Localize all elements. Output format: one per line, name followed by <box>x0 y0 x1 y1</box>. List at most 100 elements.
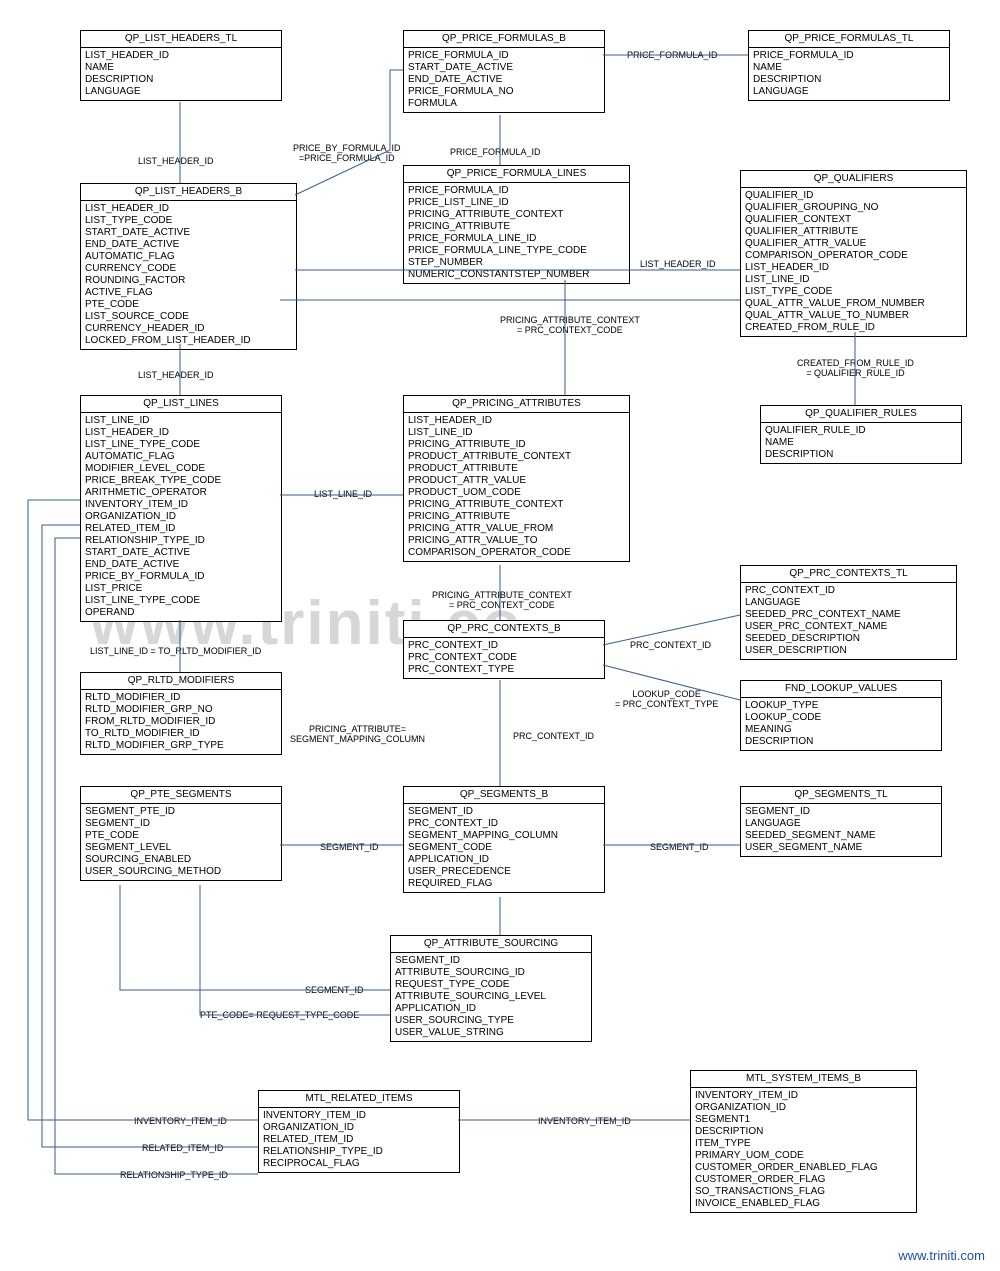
entity-field: END_DATE_ACTIVE <box>85 239 292 251</box>
entity-field: FORMULA <box>408 98 600 110</box>
entity-qp-list-headers-b: QP_LIST_HEADERS_B LIST_HEADER_IDLIST_TYP… <box>80 183 297 350</box>
entity-field: PRC_CONTEXT_CODE <box>408 652 600 664</box>
entity-field: RELATED_ITEM_ID <box>85 523 277 535</box>
footer-url: www.triniti.com <box>898 1248 985 1263</box>
entity-field: QUALIFIER_ATTR_VALUE <box>745 238 962 250</box>
rel-pte-code-req: PTE_CODE= REQUEST_TYPE_CODE <box>200 1010 359 1020</box>
rel-segment-id-1: SEGMENT_ID <box>320 842 379 852</box>
entity-field: ORGANIZATION_ID <box>263 1122 455 1134</box>
entity-body: LIST_LINE_IDLIST_HEADER_IDLIST_LINE_TYPE… <box>81 413 281 621</box>
entity-field: PRICING_ATTRIBUTE_ID <box>408 439 625 451</box>
rel-prc-context-id-2: PRC_CONTEXT_ID <box>513 731 594 741</box>
entity-field: LIST_TYPE_CODE <box>745 286 962 298</box>
entity-body: SEGMENT_IDPRC_CONTEXT_IDSEGMENT_MAPPING_… <box>404 804 604 892</box>
entity-field: PRICE_FORMULA_ID <box>408 50 600 62</box>
entity-field: PRICING_ATTRIBUTE <box>408 511 625 523</box>
entity-qp-attribute-sourcing: QP_ATTRIBUTE_SOURCING SEGMENT_IDATTRIBUT… <box>390 935 592 1042</box>
entity-field: DESCRIPTION <box>695 1126 912 1138</box>
entity-field: LIST_HEADER_ID <box>408 415 625 427</box>
entity-field: LIST_LINE_TYPE_CODE <box>85 595 277 607</box>
entity-qp-list-headers-tl: QP_LIST_HEADERS_TL LIST_HEADER_IDNAMEDES… <box>80 30 282 101</box>
entity-field: LIST_LINE_ID <box>745 274 962 286</box>
entity-field: QUALIFIER_RULE_ID <box>765 425 957 437</box>
entity-field: PTE_CODE <box>85 830 277 842</box>
entity-field: ORGANIZATION_ID <box>85 511 277 523</box>
entity-title: QP_SEGMENTS_TL <box>741 787 941 804</box>
entity-field: INVOICE_ENABLED_FLAG <box>695 1198 912 1210</box>
entity-qp-segments-tl: QP_SEGMENTS_TL SEGMENT_IDLANGUAGESEEDED_… <box>740 786 942 857</box>
entity-field: PRICING_ATTRIBUTE_CONTEXT <box>408 499 625 511</box>
entity-field: SEGMENT_ID <box>745 806 937 818</box>
entity-field: SEGMENT_PTE_ID <box>85 806 277 818</box>
entity-title: QP_PRC_CONTEXTS_B <box>404 621 604 638</box>
rel-related-item-id: RELATED_ITEM_ID <box>142 1143 223 1153</box>
entity-field: CURRENCY_HEADER_ID <box>85 323 292 335</box>
entity-field: PRICE_FORMULA_ID <box>753 50 945 62</box>
entity-field: FROM_RLTD_MODIFIER_ID <box>85 716 277 728</box>
entity-field: LIST_LINE_ID <box>85 415 277 427</box>
entity-field: PRC_CONTEXT_ID <box>745 585 952 597</box>
rel-segment-id-3: SEGMENT_ID <box>305 985 364 995</box>
entity-field: SOURCING_ENABLED <box>85 854 277 866</box>
rel-list-header-id-1: LIST_HEADER_ID <box>138 156 214 166</box>
rel-price-formula-id-2: PRICE_FORMULA_ID <box>627 50 718 60</box>
entity-field: CUSTOMER_ORDER_ENABLED_FLAG <box>695 1162 912 1174</box>
rel-list-line-to-modifier: LIST_LINE_ID = TO_RLTD_MODIFIER_ID <box>90 646 261 656</box>
entity-body: LIST_HEADER_IDLIST_TYPE_CODESTART_DATE_A… <box>81 201 296 349</box>
entity-field: SEGMENT1 <box>695 1114 912 1126</box>
entity-field: ATTRIBUTE_SOURCING_ID <box>395 967 587 979</box>
entity-field: COMPARISON_OPERATOR_CODE <box>408 547 625 559</box>
entity-field: RELATIONSHIP_TYPE_ID <box>85 535 277 547</box>
entity-field: ARITHMETIC_OPERATOR <box>85 487 277 499</box>
entity-field: PRODUCT_ATTR_VALUE <box>408 475 625 487</box>
entity-body: PRC_CONTEXT_IDLANGUAGESEEDED_PRC_CONTEXT… <box>741 583 956 659</box>
entity-field: SEGMENT_LEVEL <box>85 842 277 854</box>
entity-title: MTL_SYSTEM_ITEMS_B <box>691 1071 916 1088</box>
entity-field: PRICING_ATTRIBUTE <box>408 221 625 233</box>
entity-field: PRICE_FORMULA_LINE_ID <box>408 233 625 245</box>
entity-qp-price-formula-lines: QP_PRICE_FORMULA_LINES PRICE_FORMULA_IDP… <box>403 165 630 284</box>
entity-body: SEGMENT_IDATTRIBUTE_SOURCING_IDREQUEST_T… <box>391 953 591 1041</box>
entity-field: INVENTORY_ITEM_ID <box>695 1090 912 1102</box>
entity-field: SEGMENT_ID <box>85 818 277 830</box>
entity-field: SEGMENT_MAPPING_COLUMN <box>408 830 600 842</box>
entity-field: SEEDED_PRC_CONTEXT_NAME <box>745 609 952 621</box>
entity-field: ROUNDING_FACTOR <box>85 275 292 287</box>
entity-field: LIST_PRICE <box>85 583 277 595</box>
entity-field: DESCRIPTION <box>745 736 937 748</box>
entity-body: SEGMENT_IDLANGUAGESEEDED_SEGMENT_NAMEUSE… <box>741 804 941 856</box>
entity-body: LIST_HEADER_IDLIST_LINE_IDPRICING_ATTRIB… <box>404 413 629 561</box>
entity-field: SEGMENT_ID <box>408 806 600 818</box>
entity-field: START_DATE_ACTIVE <box>408 62 600 74</box>
rel-inventory-item-id-1: INVENTORY_ITEM_ID <box>134 1116 227 1126</box>
entity-title: QP_QUALIFIER_RULES <box>761 406 961 423</box>
entity-field: RLTD_MODIFIER_GRP_TYPE <box>85 740 277 752</box>
entity-body: LIST_HEADER_IDNAMEDESCRIPTIONLANGUAGE <box>81 48 281 100</box>
entity-field: ATTRIBUTE_SOURCING_LEVEL <box>395 991 587 1003</box>
rel-list-line-id-1: LIST_LINE_ID <box>314 489 372 499</box>
entity-qp-price-formulas-tl: QP_PRICE_FORMULAS_TL PRICE_FORMULA_IDNAM… <box>748 30 950 101</box>
entity-field: PTE_CODE <box>85 299 292 311</box>
entity-field: PRICING_ATTR_VALUE_FROM <box>408 523 625 535</box>
entity-field: INVENTORY_ITEM_ID <box>85 499 277 511</box>
rel-price-by-formula: PRICE_BY_FORMULA_ID=PRICE_FORMULA_ID <box>293 143 401 163</box>
entity-field: LIST_HEADER_ID <box>85 50 277 62</box>
entity-field: SEGMENT_ID <box>395 955 587 967</box>
entity-field: PRODUCT_ATTRIBUTE <box>408 463 625 475</box>
entity-field: SEEDED_SEGMENT_NAME <box>745 830 937 842</box>
entity-field: LIST_HEADER_ID <box>745 262 962 274</box>
rel-pricing-attr-ctx-1: PRICING_ATTRIBUTE_CONTEXT= PRC_CONTEXT_C… <box>500 315 640 335</box>
entity-field: LIST_LINE_TYPE_CODE <box>85 439 277 451</box>
entity-field: AUTOMATIC_FLAG <box>85 451 277 463</box>
entity-title: MTL_RELATED_ITEMS <box>259 1091 459 1108</box>
entity-field: RELATED_ITEM_ID <box>263 1134 455 1146</box>
entity-field: LOOKUP_CODE <box>745 712 937 724</box>
entity-field: QUALIFIER_ATTRIBUTE <box>745 226 962 238</box>
entity-field: OPERAND <box>85 607 277 619</box>
entity-field: LIST_LINE_ID <box>408 427 625 439</box>
entity-field: CUSTOMER_ORDER_FLAG <box>695 1174 912 1186</box>
entity-field: LIST_HEADER_ID <box>85 203 292 215</box>
entity-field: LOOKUP_TYPE <box>745 700 937 712</box>
entity-field: PRODUCT_ATTRIBUTE_CONTEXT <box>408 451 625 463</box>
entity-field: MODIFIER_LEVEL_CODE <box>85 463 277 475</box>
